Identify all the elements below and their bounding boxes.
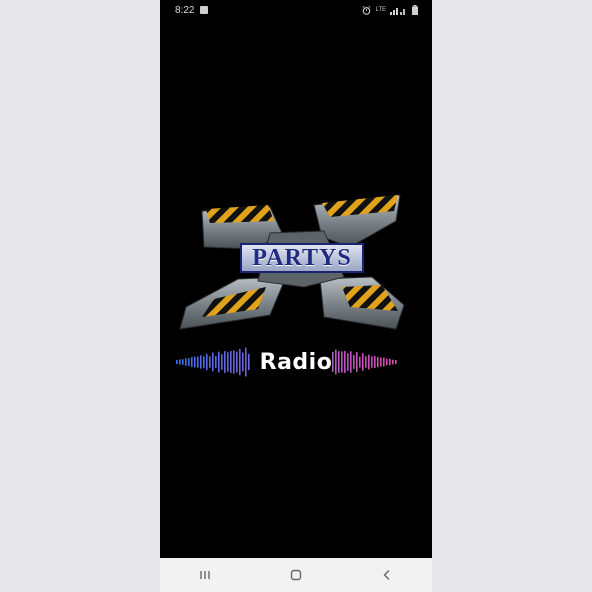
status-time: 8:22 (175, 5, 195, 16)
home-icon (290, 569, 302, 581)
notification-icon (200, 6, 208, 14)
home-button[interactable] (276, 560, 316, 590)
back-icon (383, 570, 390, 580)
status-icons: LTE (362, 5, 418, 15)
logo-text: PARTYS (240, 243, 364, 273)
phone-screen: 8:22 LTE PARTYS Radio (160, 0, 432, 592)
recent-apps-icon (200, 571, 211, 579)
splash-screen: PARTYS Radio (160, 22, 432, 558)
signal-icon (390, 7, 405, 15)
screen-backdrop: 8:22 LTE PARTYS Radio (0, 0, 592, 592)
radio-subtitle: Radio (259, 350, 333, 375)
recent-apps-button[interactable] (185, 560, 225, 590)
battery-icon (412, 5, 418, 15)
status-bar: 8:22 LTE (160, 0, 432, 22)
partys-x-logo: PARTYS (174, 187, 418, 337)
navigation-bar (160, 558, 432, 592)
network-label: LTE (375, 7, 386, 13)
back-button[interactable] (367, 560, 407, 590)
alarm-icon (363, 5, 371, 15)
